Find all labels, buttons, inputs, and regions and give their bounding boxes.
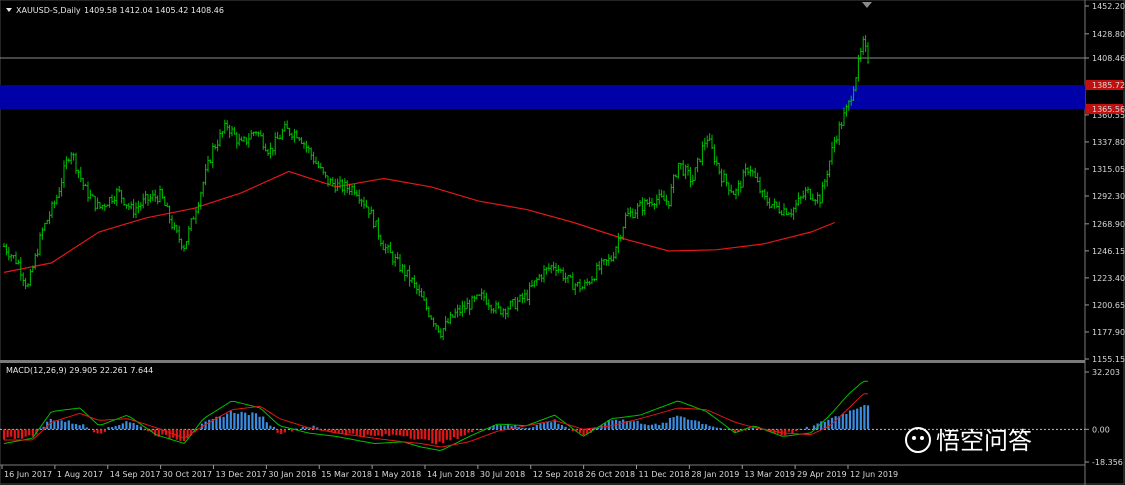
date-tick-label: 1 May 2018 bbox=[374, 470, 421, 479]
macd-label: MACD(12,26,9) 29.905 22.261 7.644 bbox=[6, 366, 153, 375]
date-tick-label: 14 Jun 2018 bbox=[427, 470, 475, 479]
price-tick-label: 1246.15 bbox=[1092, 247, 1125, 256]
watermark-logo-eye bbox=[912, 436, 916, 440]
date-tick-label: 13 Dec 2017 bbox=[216, 470, 267, 479]
zone-price-label: 1385.72 bbox=[1092, 81, 1125, 90]
date-tick-label: 12 Jun 2019 bbox=[850, 470, 898, 479]
date-tick-label: 11 Dec 2018 bbox=[639, 470, 690, 479]
date-tick-label: 30 Oct 2017 bbox=[163, 470, 212, 479]
date-tick-label: 16 Jun 2017 bbox=[4, 470, 52, 479]
price-zone-rectangle[interactable] bbox=[0, 85, 1085, 109]
price-tick-label: 1200.65 bbox=[1092, 301, 1125, 310]
watermark-logo-eye bbox=[920, 436, 924, 440]
price-tick-label: 1315.05 bbox=[1092, 165, 1125, 174]
date-tick-label: 30 Jan 2018 bbox=[268, 470, 316, 479]
price-tick-label: 1268.90 bbox=[1092, 220, 1125, 229]
watermark-text: 悟空问答 bbox=[936, 427, 1032, 455]
symbol-label: XAUUSD-S,Daily bbox=[16, 6, 81, 15]
chart-frame bbox=[0, 0, 1125, 485]
price-tick-label: 1292.30 bbox=[1092, 192, 1125, 201]
macd-tick-label: 32.203 bbox=[1092, 368, 1120, 377]
price-tick-label: 1223.40 bbox=[1092, 274, 1125, 283]
subwindow-separator[interactable] bbox=[0, 360, 1085, 363]
date-tick-label: 12 Sep 2018 bbox=[533, 470, 584, 479]
date-tick-label: 29 Apr 2019 bbox=[797, 470, 846, 479]
price-tick-label: 1408.46 bbox=[1092, 54, 1125, 63]
macd-tick-label: -18.356 bbox=[1092, 458, 1123, 467]
date-tick-label: 26 Oct 2018 bbox=[586, 470, 635, 479]
date-tick-label: 30 Jul 2018 bbox=[480, 470, 525, 479]
price-tick-label: 1177.90 bbox=[1092, 328, 1125, 337]
date-tick-label: 15 Mar 2018 bbox=[321, 470, 372, 479]
date-tick-label: 14 Sep 2017 bbox=[110, 470, 161, 479]
ohlc-values: 1409.58 1412.04 1405.42 1408.46 bbox=[84, 6, 224, 15]
date-tick-label: 28 Jan 2019 bbox=[691, 470, 739, 479]
macd-tick-label: 0.00 bbox=[1092, 425, 1110, 434]
price-tick-label: 1452.20 bbox=[1092, 2, 1125, 11]
price-tick-label: 1337.80 bbox=[1092, 138, 1125, 147]
date-tick-label: 1 Aug 2017 bbox=[57, 470, 103, 479]
price-tick-label: 1155.15 bbox=[1092, 355, 1125, 364]
price-tick-label: 1428.80 bbox=[1092, 30, 1125, 39]
zone-price-label: 1365.56 bbox=[1092, 105, 1125, 114]
date-tick-label: 13 Mar 2019 bbox=[744, 470, 795, 479]
price-chart[interactable]: 1452.201428.801408.461360.551337.801315.… bbox=[0, 0, 1125, 485]
